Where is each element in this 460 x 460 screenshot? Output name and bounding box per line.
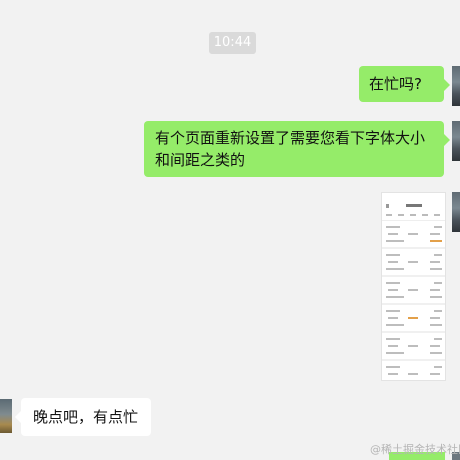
my-avatar[interactable]: [452, 192, 460, 232]
thumbnail-card: [382, 277, 445, 305]
thumbnail-card: [382, 305, 445, 333]
status-bar: [382, 193, 445, 200]
thumbnail-card: [382, 221, 445, 249]
watermark: @稀土掘金技术社区: [370, 443, 460, 456]
thumbnail-card: [382, 249, 445, 277]
my-avatar[interactable]: [452, 66, 460, 106]
thumbnail-tabs: [382, 212, 445, 221]
thumbnail-header: [382, 200, 445, 212]
contact-avatar[interactable]: [0, 399, 12, 433]
my-avatar[interactable]: [452, 121, 460, 161]
thumbnail-card: [382, 361, 445, 380]
thumbnail-card: [382, 333, 445, 361]
message-bubble[interactable]: 在忙吗?: [359, 66, 450, 102]
image-message[interactable]: [381, 192, 446, 381]
message-bubble[interactable]: 晚点吧，有点忙: [15, 398, 151, 436]
timestamp: 10:44: [209, 32, 256, 54]
message-bubble[interactable]: 有个页面重新设置了需要您看下字体大小和间距之类的: [144, 121, 450, 177]
